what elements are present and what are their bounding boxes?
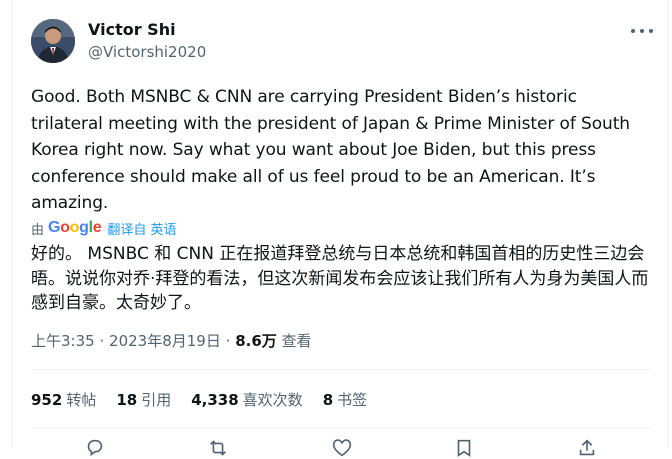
translation-by-label: 由: [31, 222, 45, 238]
bookmark-icon: [457, 439, 471, 457]
author-handle[interactable]: @Victorshi2020: [88, 42, 206, 62]
like-button[interactable]: [331, 437, 353, 457]
share-icon: [579, 439, 595, 456]
divider: [31, 369, 651, 370]
translation-attribution: 由 Google 翻译自 英语: [31, 218, 177, 238]
translate-link[interactable]: 翻译自 英语: [107, 219, 176, 238]
google-logo-icon: Google: [48, 219, 102, 236]
meta-separator: ·: [99, 332, 105, 350]
views-label: 查看: [281, 332, 312, 350]
reply-button[interactable]: [84, 437, 106, 457]
divider: [31, 428, 651, 429]
stat-likes[interactable]: 4,338 喜欢次数: [191, 389, 302, 411]
stat-bookmarks[interactable]: 8 书签: [323, 389, 367, 411]
meta-separator: ·: [225, 332, 231, 350]
tweet-text: Good. Both MSNBC & CNN are carrying Pres…: [31, 87, 630, 213]
right-border: [667, 0, 668, 449]
tweet-card: Victor Shi @Victorshi2020 Good. Both MSN…: [0, 0, 672, 457]
like-icon: [332, 439, 352, 457]
reply-icon: [87, 439, 103, 457]
action-bar: [0, 437, 672, 457]
tweet-date[interactable]: 2023年8月19日: [109, 332, 221, 350]
avatar[interactable]: [31, 19, 75, 63]
engagement-stats: 952 转帖 18 引用 4,338 喜欢次数 8 书签: [31, 389, 387, 411]
share-button[interactable]: [576, 437, 598, 457]
views-count: 8.6万: [235, 332, 277, 350]
stat-reposts[interactable]: 952 转帖: [31, 389, 96, 411]
more-horizontal-icon: [631, 29, 635, 33]
tweet-meta: 上午3:35 · 2023年8月19日 · 8.6万 查看: [31, 330, 312, 352]
bookmark-button[interactable]: [453, 437, 475, 457]
stat-quotes[interactable]: 18 引用: [116, 389, 171, 411]
more-options-button[interactable]: [631, 23, 653, 39]
author-name[interactable]: Victor Shi: [88, 20, 176, 40]
repost-icon: [210, 440, 226, 456]
repost-button[interactable]: [207, 437, 229, 457]
translated-text: 好的。 MSNBC 和 CNN 正在报道拜登总统与日本总统和韩国首相的历史性三边…: [31, 244, 649, 313]
tweet-time[interactable]: 上午3:35: [31, 332, 95, 350]
left-border: [12, 0, 13, 449]
